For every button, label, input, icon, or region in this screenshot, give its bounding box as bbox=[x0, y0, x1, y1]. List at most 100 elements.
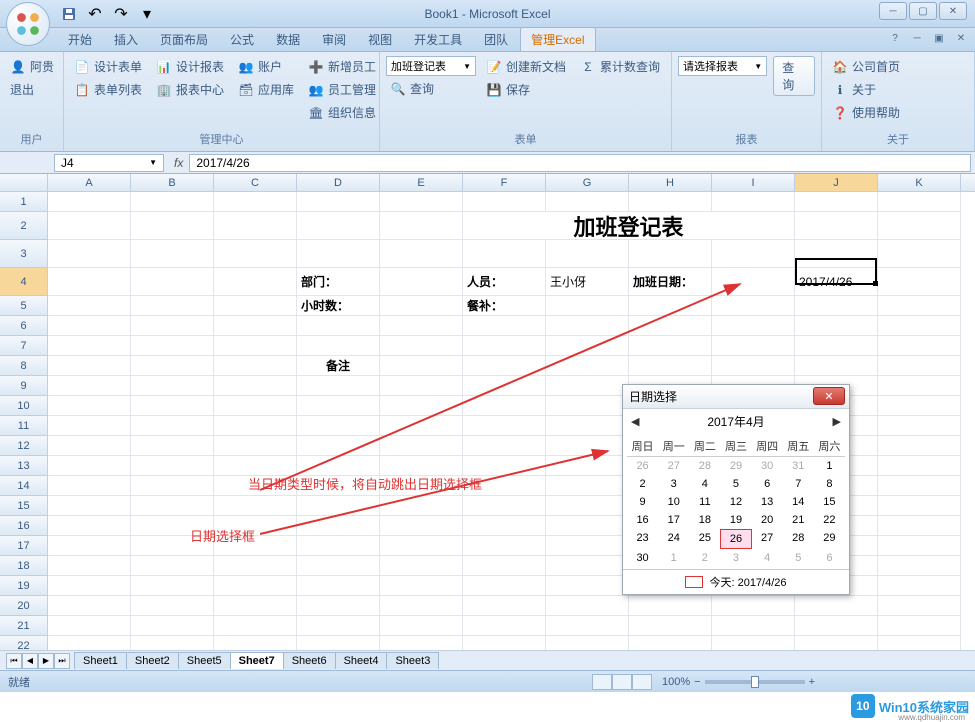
cell-F10[interactable] bbox=[463, 396, 546, 416]
cell-F15[interactable] bbox=[463, 496, 546, 516]
col-header-A[interactable]: A bbox=[48, 174, 131, 191]
cell-F14[interactable] bbox=[463, 476, 546, 496]
zoom-slider[interactable] bbox=[705, 680, 805, 684]
row-header-18[interactable]: 18 bbox=[0, 556, 48, 576]
cell-C20[interactable] bbox=[214, 596, 297, 616]
cell-E9[interactable] bbox=[380, 376, 463, 396]
org-info-button[interactable]: 🏛组织信息 bbox=[304, 102, 380, 123]
cell-E13[interactable] bbox=[380, 456, 463, 476]
cell-E10[interactable] bbox=[380, 396, 463, 416]
cell-K1[interactable] bbox=[878, 192, 961, 212]
cell-A5[interactable] bbox=[48, 296, 131, 316]
cell-H22[interactable] bbox=[629, 636, 712, 650]
maximize-button[interactable]: ▢ bbox=[909, 2, 937, 20]
cell-J8[interactable] bbox=[795, 356, 878, 376]
cell-D7[interactable] bbox=[297, 336, 380, 356]
cell-E14[interactable] bbox=[380, 476, 463, 496]
zoom-in-button[interactable]: + bbox=[809, 676, 815, 688]
day-5[interactable]: 5 bbox=[720, 475, 751, 493]
day-2[interactable]: 2 bbox=[627, 475, 658, 493]
cell-H6[interactable] bbox=[629, 316, 712, 336]
cell-D11[interactable] bbox=[297, 416, 380, 436]
row-header-17[interactable]: 17 bbox=[0, 536, 48, 556]
row-header-7[interactable]: 7 bbox=[0, 336, 48, 356]
cell-D19[interactable] bbox=[297, 576, 380, 596]
close-button[interactable]: ✕ bbox=[939, 2, 967, 20]
account-button[interactable]: 👥账户 bbox=[234, 56, 298, 77]
cell-E7[interactable] bbox=[380, 336, 463, 356]
cell-E3[interactable] bbox=[380, 240, 463, 268]
row-header-14[interactable]: 14 bbox=[0, 476, 48, 496]
minimize-button[interactable]: ─ bbox=[879, 2, 907, 20]
cell-G3[interactable] bbox=[546, 240, 629, 268]
cell-J22[interactable] bbox=[795, 636, 878, 650]
cell-G17[interactable] bbox=[546, 536, 629, 556]
cell-I1[interactable] bbox=[712, 192, 795, 212]
cell-E4[interactable] bbox=[380, 268, 463, 296]
cell-F2[interactable]: 加班登记表 bbox=[463, 212, 795, 240]
col-header-H[interactable]: H bbox=[629, 174, 712, 191]
cell-F16[interactable] bbox=[463, 516, 546, 536]
cell-E22[interactable] bbox=[380, 636, 463, 650]
cell-H4[interactable]: 加班日期： bbox=[629, 268, 712, 296]
office-button[interactable] bbox=[6, 2, 50, 46]
cell-B13[interactable] bbox=[131, 456, 214, 476]
cell-I21[interactable] bbox=[712, 616, 795, 636]
day-4[interactable]: 4 bbox=[689, 475, 720, 493]
row-header-20[interactable]: 20 bbox=[0, 596, 48, 616]
day-30[interactable]: 30 bbox=[752, 457, 783, 475]
day-8[interactable]: 8 bbox=[814, 475, 845, 493]
cell-K16[interactable] bbox=[878, 516, 961, 536]
sheet-tab-Sheet4[interactable]: Sheet4 bbox=[335, 652, 388, 669]
cell-I7[interactable] bbox=[712, 336, 795, 356]
cell-E20[interactable] bbox=[380, 596, 463, 616]
day-22[interactable]: 22 bbox=[814, 511, 845, 529]
new-employee-button[interactable]: ➕新增员工 bbox=[304, 56, 380, 77]
cell-C17[interactable] bbox=[214, 536, 297, 556]
cell-B8[interactable] bbox=[131, 356, 214, 376]
row-header-21[interactable]: 21 bbox=[0, 616, 48, 636]
cell-B14[interactable] bbox=[131, 476, 214, 496]
cell-K13[interactable] bbox=[878, 456, 961, 476]
cell-K9[interactable] bbox=[878, 376, 961, 396]
minimize-ribbon-icon[interactable]: ─ bbox=[909, 30, 925, 46]
cell-K5[interactable] bbox=[878, 296, 961, 316]
cell-D9[interactable] bbox=[297, 376, 380, 396]
cell-G12[interactable] bbox=[546, 436, 629, 456]
cell-F8[interactable] bbox=[463, 356, 546, 376]
day-23[interactable]: 23 bbox=[627, 529, 658, 549]
cell-C12[interactable] bbox=[214, 436, 297, 456]
cell-D18[interactable] bbox=[297, 556, 380, 576]
col-header-F[interactable]: F bbox=[463, 174, 546, 191]
tab-插入[interactable]: 插入 bbox=[104, 28, 148, 51]
cell-A7[interactable] bbox=[48, 336, 131, 356]
day-31[interactable]: 31 bbox=[783, 457, 814, 475]
cell-J2[interactable] bbox=[795, 212, 878, 240]
cell-K4[interactable] bbox=[878, 268, 961, 296]
sheet-tab-Sheet7[interactable]: Sheet7 bbox=[230, 652, 284, 669]
cell-I5[interactable] bbox=[712, 296, 795, 316]
sum-query-button[interactable]: Σ累计数查询 bbox=[576, 56, 664, 77]
cell-J5[interactable] bbox=[795, 296, 878, 316]
save-icon[interactable] bbox=[58, 3, 80, 25]
cell-A15[interactable] bbox=[48, 496, 131, 516]
cell-H20[interactable] bbox=[629, 596, 712, 616]
cell-E17[interactable] bbox=[380, 536, 463, 556]
cell-A1[interactable] bbox=[48, 192, 131, 212]
cell-G22[interactable] bbox=[546, 636, 629, 650]
cell-J7[interactable] bbox=[795, 336, 878, 356]
col-header-I[interactable]: I bbox=[712, 174, 795, 191]
page-break-view-button[interactable] bbox=[632, 674, 652, 690]
cell-E15[interactable] bbox=[380, 496, 463, 516]
cell-E18[interactable] bbox=[380, 556, 463, 576]
tab-管理Excel[interactable]: 管理Excel bbox=[520, 27, 595, 51]
cell-K14[interactable] bbox=[878, 476, 961, 496]
cell-E6[interactable] bbox=[380, 316, 463, 336]
cell-C3[interactable] bbox=[214, 240, 297, 268]
day-26[interactable]: 26 bbox=[720, 529, 751, 549]
cell-A12[interactable] bbox=[48, 436, 131, 456]
cell-K3[interactable] bbox=[878, 240, 961, 268]
day-1[interactable]: 1 bbox=[814, 457, 845, 475]
cell-G5[interactable] bbox=[546, 296, 629, 316]
day-3[interactable]: 3 bbox=[658, 475, 689, 493]
